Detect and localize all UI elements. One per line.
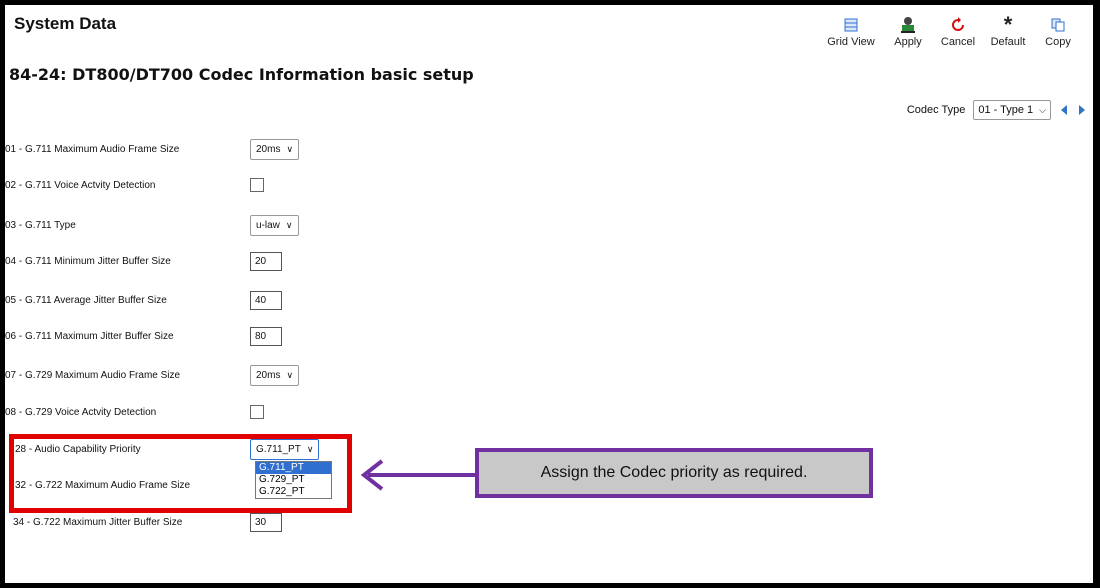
setting-dropdown[interactable]: u-law ∨ <box>250 214 299 236</box>
setting-label: 06 - G.711 Maximum Jitter Buffer Size <box>5 330 174 342</box>
setting-checkbox[interactable] <box>250 405 264 419</box>
setting-label: 34 - G.722 Maximum Jitter Buffer Size <box>13 516 183 528</box>
option-item[interactable]: G.711_PT <box>256 462 331 474</box>
previous-arrow-icon[interactable] <box>1061 105 1067 115</box>
setting-row: 05 - G.711 Average Jitter Buffer Size 40 <box>5 288 282 312</box>
cancel-icon <box>933 14 983 36</box>
setting-row: 01 - G.711 Maximum Audio Frame Size 20ms… <box>5 137 300 161</box>
setting-row: 03 - G.711 Type u-law ∨ <box>5 213 299 237</box>
apply-label: Apply <box>894 36 922 48</box>
option-item[interactable]: G.722_PT <box>256 486 331 498</box>
setting-row: 06 - G.711 Maximum Jitter Buffer Size 80 <box>5 324 282 348</box>
setting-row: 34 - G.722 Maximum Jitter Buffer Size 30 <box>13 510 282 534</box>
dropdown-value: 20ms <box>256 143 281 155</box>
setting-label: 07 - G.729 Maximum Audio Frame Size <box>5 369 181 381</box>
setting-row: 07 - G.729 Maximum Audio Frame Size 20ms… <box>5 363 300 387</box>
copy-label: Copy <box>1045 36 1071 48</box>
cancel-button[interactable]: Cancel <box>933 14 983 48</box>
setting-row: 08 - G.729 Voice Actvity Detection <box>5 400 264 424</box>
option-item[interactable]: G.729_PT <box>256 474 331 486</box>
setting-dropdown[interactable]: 20ms ∨ <box>250 364 300 386</box>
setting-textbox[interactable]: 80 <box>250 326 282 346</box>
apply-button[interactable]: Apply <box>883 14 933 48</box>
default-label: Default <box>990 36 1026 48</box>
copy-button[interactable]: Copy <box>1033 14 1083 48</box>
setting-textbox[interactable]: 30 <box>250 512 282 532</box>
setting-label: 04 - G.711 Minimum Jitter Buffer Size <box>5 255 171 267</box>
next-arrow-icon[interactable] <box>1079 105 1085 115</box>
priority-options-list: G.711_PT G.729_PT G.722_PT <box>255 461 332 499</box>
toolbar: Grid View Apply Cancel * Default Copy <box>819 12 1083 49</box>
codec-type-selector: Codec Type 01 - Type 1 ⌵ <box>907 100 1085 120</box>
grid-view-button[interactable]: Grid View <box>819 14 883 48</box>
section-title: 84-24: DT800/DT700 Codec Information bas… <box>9 65 474 84</box>
default-button[interactable]: * Default <box>983 12 1033 49</box>
cancel-label: Cancel <box>940 36 976 48</box>
chevron-down-icon: ∨ <box>286 369 294 380</box>
callout-note: Assign the Codec priority as required. <box>475 448 873 498</box>
setting-label: 05 - G.711 Average Jitter Buffer Size <box>5 294 167 306</box>
grid-view-icon <box>819 14 883 36</box>
setting-row: 04 - G.711 Minimum Jitter Buffer Size 20 <box>5 249 282 273</box>
setting-label: 08 - G.729 Voice Actvity Detection <box>5 406 157 418</box>
codec-type-value: 01 - Type 1 <box>978 104 1034 116</box>
setting-label: 01 - G.711 Maximum Audio Frame Size <box>5 143 180 155</box>
dropdown-value: u-law <box>256 219 280 231</box>
setting-textbox[interactable]: 20 <box>250 251 282 271</box>
grid-view-label: Grid View <box>827 36 875 48</box>
page-title: System Data <box>14 14 117 33</box>
codec-type-select[interactable]: 01 - Type 1 ⌵ <box>973 100 1051 120</box>
setting-label: 03 - G.711 Type <box>5 219 76 231</box>
window: System Data Grid View Apply Cancel * Def… <box>5 5 1093 583</box>
codec-type-label: Codec Type <box>906 104 966 116</box>
chevron-down-icon: ∨ <box>285 219 293 230</box>
callout-arrow-icon <box>360 459 475 491</box>
asterisk-icon: * <box>1003 12 1013 37</box>
setting-checkbox[interactable] <box>250 178 264 192</box>
copy-icon <box>1033 14 1083 36</box>
chevron-down-icon: ⌵ <box>1039 104 1046 115</box>
setting-row: 02 - G.711 Voice Actvity Detection <box>5 173 264 197</box>
chevron-down-icon: ∨ <box>286 143 294 154</box>
apply-icon <box>883 14 933 36</box>
dropdown-value: 20ms <box>256 369 281 381</box>
setting-dropdown[interactable]: 20ms ∨ <box>250 138 300 160</box>
setting-label: 02 - G.711 Voice Actvity Detection <box>5 179 156 191</box>
setting-textbox[interactable]: 40 <box>250 290 282 310</box>
